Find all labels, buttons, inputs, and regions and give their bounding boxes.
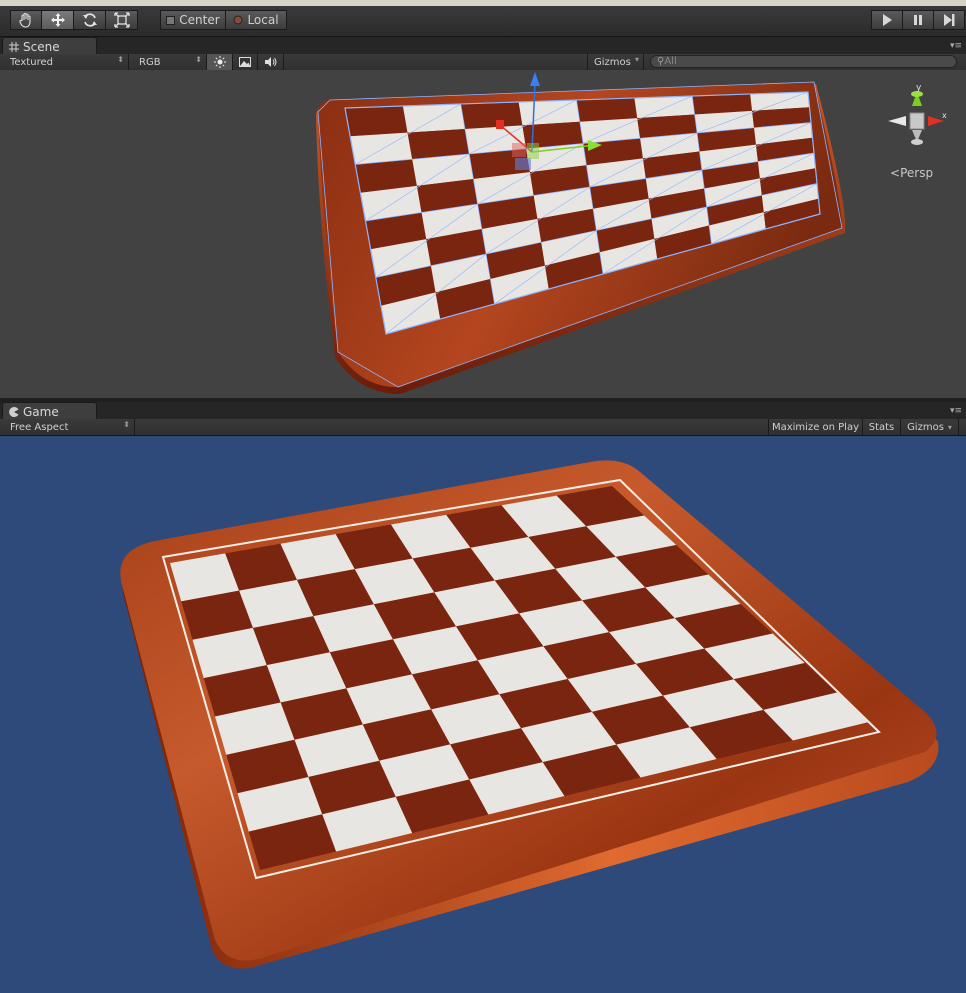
- image-icon: [239, 57, 251, 67]
- scene-board-render: [316, 72, 846, 394]
- render-mode-value: Textured: [10, 56, 53, 68]
- scene-tab-label: Scene: [23, 39, 60, 54]
- search-icon: ⚲: [657, 56, 665, 67]
- board-square: [345, 106, 408, 137]
- audio-toggle[interactable]: [258, 54, 284, 70]
- scale-tool-button[interactable]: [105, 10, 138, 30]
- axis-x-label: x: [942, 111, 947, 120]
- scene-tab-menu-icon[interactable]: ▾≡: [950, 41, 962, 51]
- pause-icon: [914, 15, 922, 25]
- step-button[interactable]: [933, 10, 965, 30]
- dropdown-arrow-icon: ▾: [947, 422, 952, 432]
- tab-game[interactable]: Game: [2, 402, 97, 420]
- board-square: [518, 100, 580, 126]
- rotate-icon: [82, 13, 97, 27]
- move-icon: [50, 13, 65, 27]
- game-toolbar: Free Aspect ⬍ Maximize on Play Stats Giz…: [0, 419, 966, 436]
- pacman-icon: [9, 406, 19, 417]
- rotate-tool-button[interactable]: [73, 10, 106, 30]
- skybox-toggle[interactable]: [233, 54, 258, 70]
- projection-label: Persp: [900, 166, 934, 180]
- space-label: Local: [247, 13, 279, 27]
- game-gizmos-dropdown[interactable]: Gizmos ▾: [901, 419, 959, 435]
- orientation-gizmo[interactable]: y x: [882, 82, 952, 152]
- game-gizmos-label: Gizmos: [907, 421, 944, 433]
- hand-icon: [19, 12, 31, 28]
- move-tool-button[interactable]: [41, 10, 74, 30]
- pivot-label: Center: [179, 13, 220, 27]
- scene-viewport[interactable]: y x <Persp: [0, 70, 966, 398]
- game-tab-menu-icon[interactable]: ▾≡: [950, 406, 962, 416]
- scale-icon: [113, 12, 130, 28]
- sun-icon: [213, 56, 226, 68]
- game-board-render: [120, 460, 939, 969]
- speaker-icon: [264, 57, 276, 67]
- game-tab-label: Game: [23, 404, 59, 419]
- scene-search-field[interactable]: ⚲ All: [650, 55, 957, 68]
- grid-icon: [9, 41, 19, 52]
- pause-button[interactable]: [902, 10, 934, 30]
- board-square: [576, 98, 638, 122]
- lighting-toggle[interactable]: [207, 54, 233, 70]
- pivot-icon: [166, 15, 176, 25]
- dropdown-arrow-icon: ⬍: [117, 55, 124, 64]
- scene-gizmos-dropdown[interactable]: Gizmos ▾: [587, 54, 644, 70]
- step-icon: [944, 14, 955, 26]
- local-space-icon: [233, 15, 243, 25]
- play-icon: [883, 14, 892, 26]
- color-mode-value: RGB: [139, 56, 161, 68]
- game-tab-bar: Game ▾≡: [0, 402, 966, 420]
- space-local-button[interactable]: Local: [225, 10, 287, 30]
- aspect-value: Free Aspect: [10, 421, 69, 433]
- search-placeholder: All: [664, 56, 677, 67]
- maximize-label: Maximize on Play: [771, 421, 860, 433]
- dropdown-arrow-icon: ⬍: [195, 55, 202, 64]
- projection-toggle[interactable]: <Persp: [890, 166, 933, 180]
- color-mode-dropdown[interactable]: RGB ⬍: [129, 54, 207, 70]
- dropdown-arrow-icon: ⬍: [123, 420, 130, 429]
- tab-scene[interactable]: Scene: [2, 37, 97, 55]
- board-square: [634, 96, 695, 119]
- maximize-on-play-toggle[interactable]: Maximize on Play: [768, 419, 863, 435]
- aspect-dropdown[interactable]: Free Aspect ⬍: [0, 419, 135, 435]
- board-square: [402, 104, 465, 133]
- pivot-center-button[interactable]: Center: [160, 10, 226, 30]
- perspective-icon: <: [890, 166, 901, 180]
- game-viewport[interactable]: [0, 436, 966, 993]
- scene-toolbar: Textured ⬍ RGB ⬍ Gizmos ▾ ⚲ All: [0, 54, 966, 71]
- axis-y-label: y: [916, 83, 922, 93]
- play-button[interactable]: [871, 10, 903, 30]
- scene-tab-bar: Scene ▾≡: [0, 37, 966, 55]
- board-square: [692, 94, 753, 115]
- stats-label: Stats: [868, 421, 895, 433]
- main-toolbar: Center Local: [0, 6, 966, 37]
- scene-gizmos-label: Gizmos: [594, 56, 631, 68]
- dropdown-arrow-icon: ▾: [634, 55, 639, 64]
- board-square: [460, 102, 523, 129]
- hand-tool-button[interactable]: [10, 10, 42, 30]
- stats-toggle[interactable]: Stats: [863, 419, 901, 435]
- render-mode-dropdown[interactable]: Textured ⬍: [0, 54, 129, 70]
